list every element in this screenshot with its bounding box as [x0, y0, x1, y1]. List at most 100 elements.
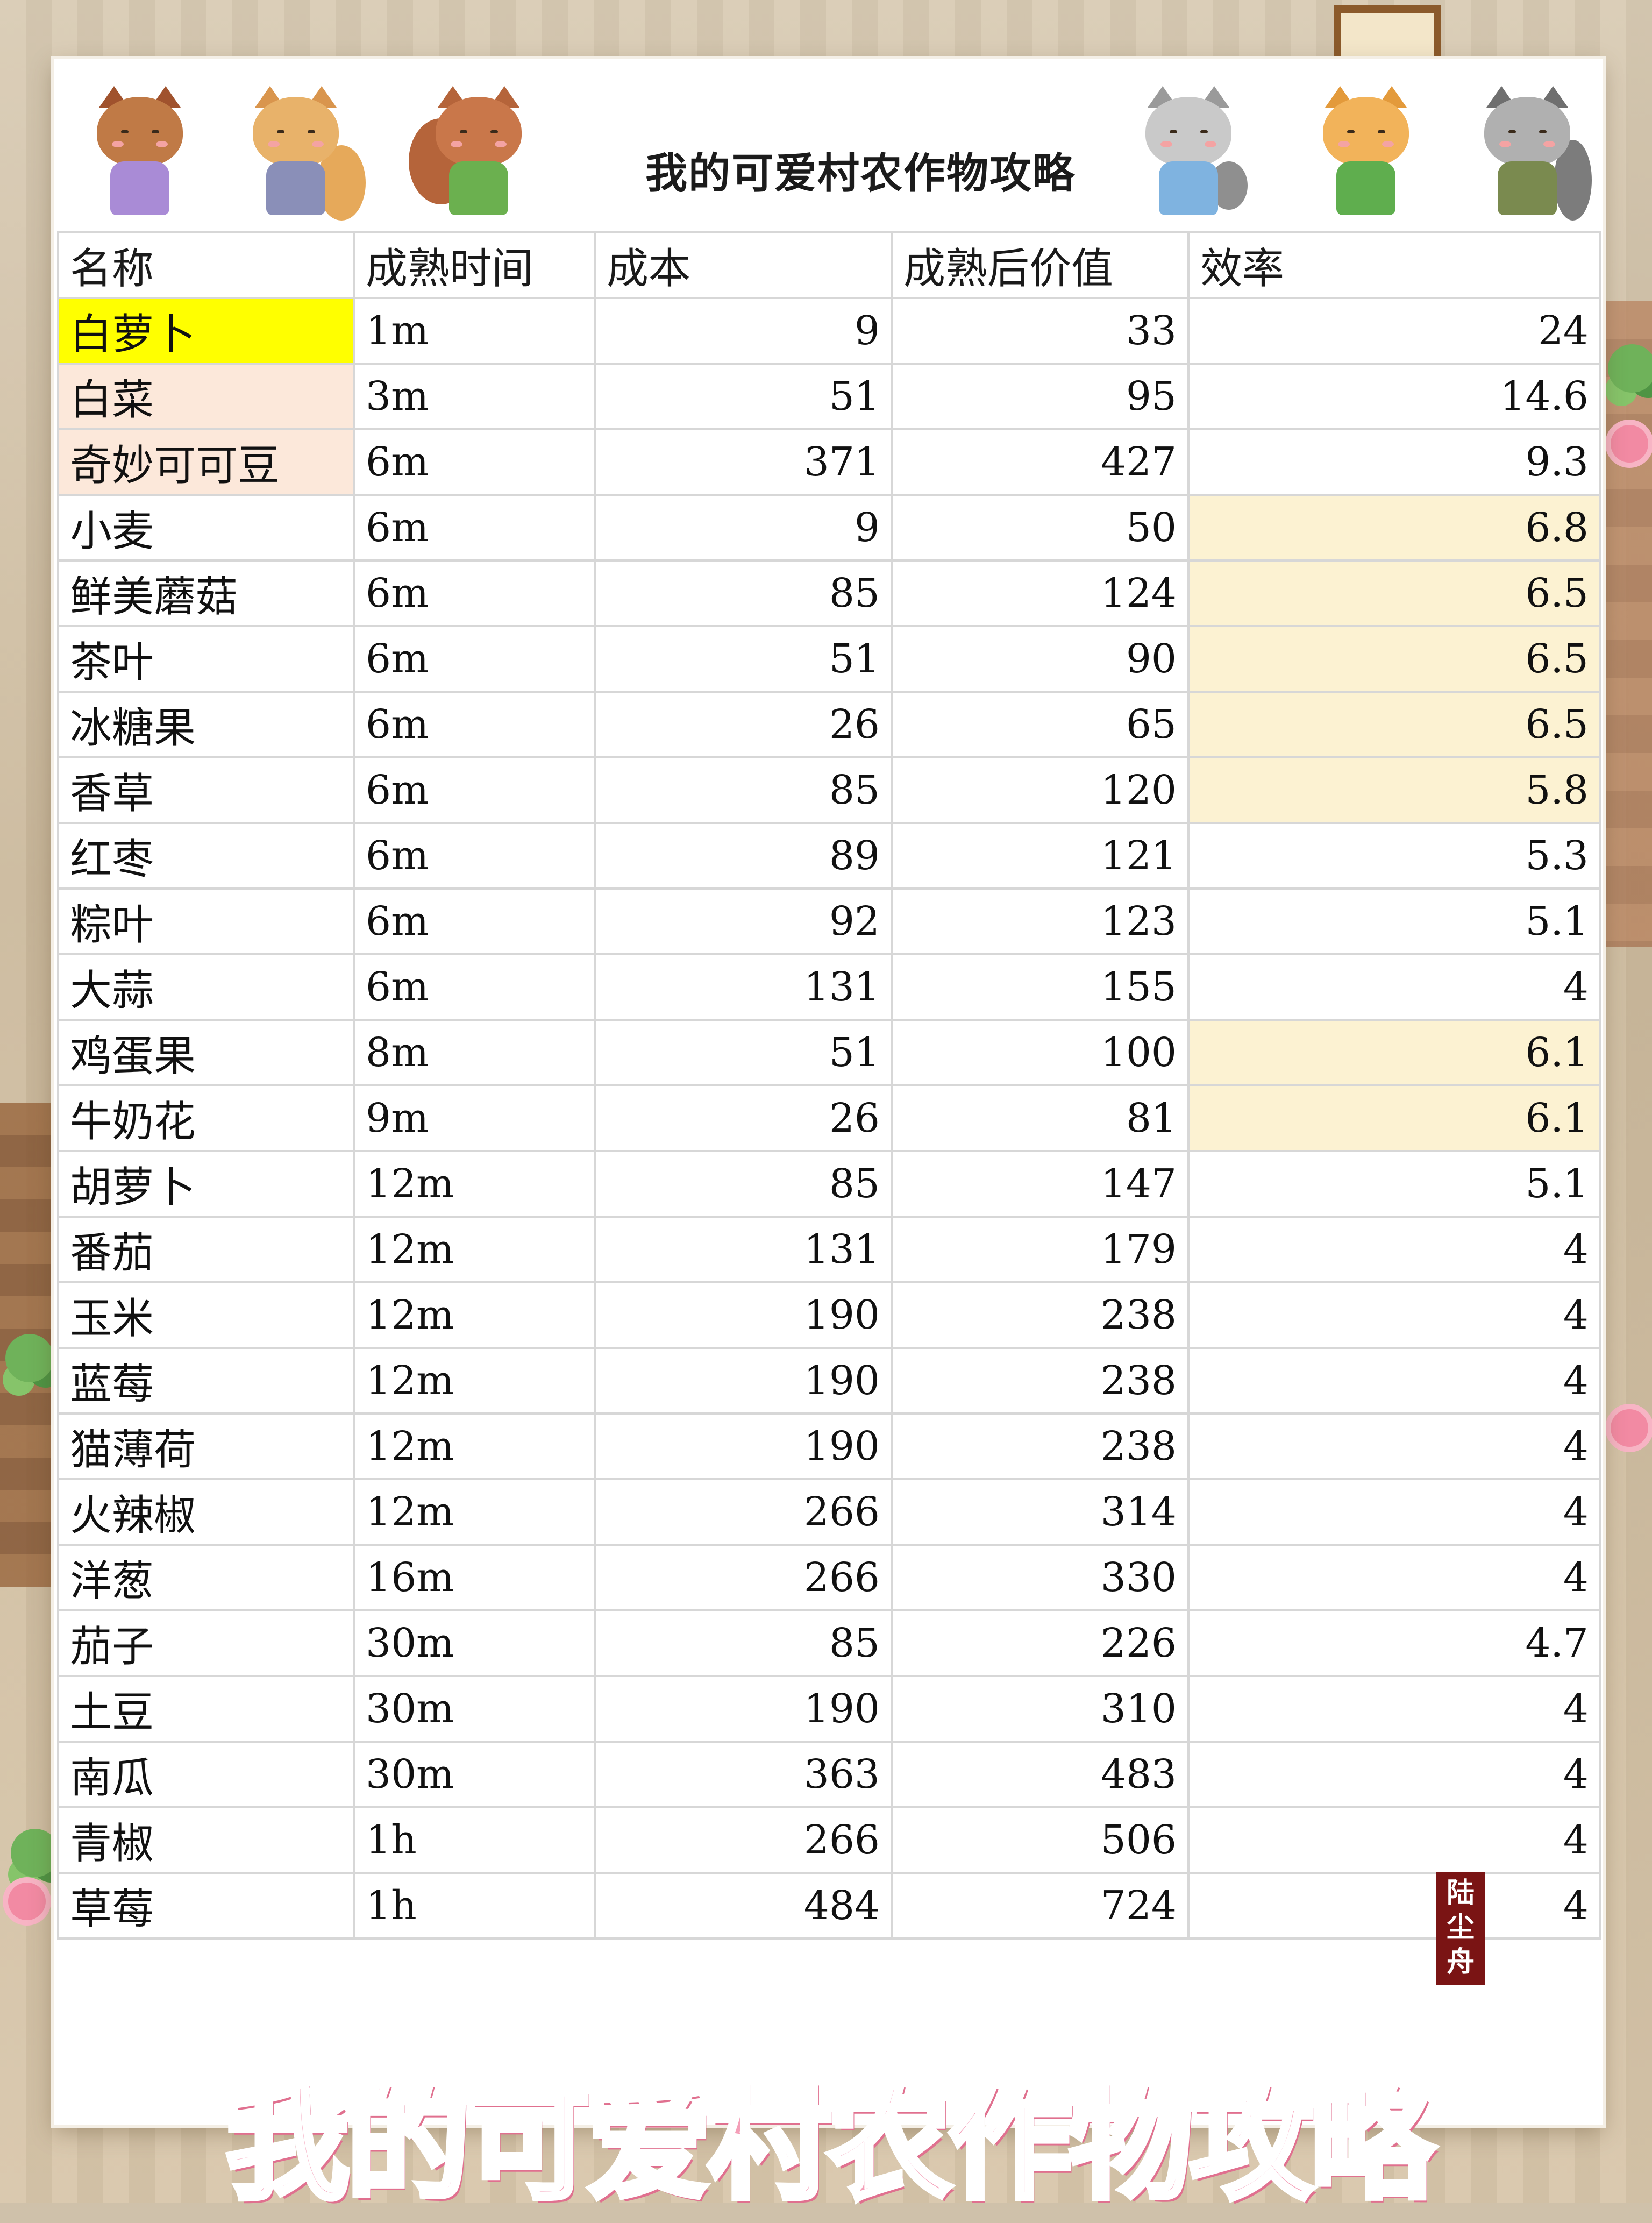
maturity-time-cell: 12m [353, 1281, 596, 1349]
maturity-time-cell: 30m [353, 1609, 596, 1677]
efficiency-cell: 6.5 [1187, 559, 1601, 627]
table-row: 青椒 1h 266 506 4 [57, 1806, 1601, 1874]
cost-cell: 85 [594, 756, 893, 824]
table-row: 猫薄荷 12m 190 238 4 [57, 1412, 1601, 1480]
table-row: 白萝卜 1m 9 33 24 [57, 297, 1601, 365]
maturity-time-cell: 12m [353, 1216, 596, 1283]
crop-name-cell: 番茄 [57, 1216, 355, 1283]
maturity-time-cell: 12m [353, 1412, 596, 1480]
cost-cell: 51 [594, 1019, 893, 1086]
table-row: 南瓜 30m 363 483 4 [57, 1741, 1601, 1808]
maturity-time-cell: 6m [353, 822, 596, 890]
table-row: 胡萝卜 12m 85 147 5.1 [57, 1150, 1601, 1218]
value-cell: 124 [891, 559, 1190, 627]
efficiency-cell: 4.7 [1187, 1609, 1601, 1677]
crop-name-cell: 牛奶花 [57, 1084, 355, 1152]
table-row: 番茄 12m 131 179 4 [57, 1216, 1601, 1283]
efficiency-cell: 9.3 [1187, 428, 1601, 496]
value-cell: 120 [891, 756, 1190, 824]
crop-name-cell: 茶叶 [57, 625, 355, 693]
crop-name-cell: 大蒜 [57, 953, 355, 1021]
seal-text: 陆尘舟 [1446, 1877, 1475, 1978]
plant-icon [1608, 344, 1652, 393]
table-row: 红枣 6m 89 121 5.3 [57, 822, 1601, 890]
flower-icon [1611, 1409, 1648, 1447]
value-cell: 310 [891, 1675, 1190, 1743]
efficiency-cell: 4 [1187, 1478, 1601, 1546]
efficiency-cell: 4 [1187, 1806, 1601, 1874]
seal-stamp: 陆尘舟 [1436, 1872, 1485, 1985]
flower-icon [1611, 425, 1648, 463]
value-cell: 238 [891, 1347, 1190, 1415]
table-row: 火辣椒 12m 266 314 4 [57, 1478, 1601, 1546]
maturity-time-cell: 6m [353, 559, 596, 627]
plant-icon [11, 1829, 59, 1877]
efficiency-cell: 4 [1187, 1216, 1601, 1283]
efficiency-cell: 4 [1187, 1872, 1601, 1940]
maturity-time-cell: 6m [353, 953, 596, 1021]
value-cell: 90 [891, 625, 1190, 693]
column-header-name: 名称 [57, 231, 355, 299]
cost-cell: 26 [594, 691, 893, 758]
maturity-time-cell: 6m [353, 428, 596, 496]
cost-cell: 51 [594, 363, 893, 430]
value-cell: 427 [891, 428, 1190, 496]
value-cell: 226 [891, 1609, 1190, 1677]
crop-name-cell: 茄子 [57, 1609, 355, 1677]
crop-table-wrapper: 名称 成熟时间 成本 成熟后价值 效率 白萝卜 1m 9 33 24 白菜 3m 51 95 14… [57, 231, 1601, 1940]
value-cell: 65 [891, 691, 1190, 758]
maturity-time-cell: 3m [353, 363, 596, 430]
crop-name-cell: 胡萝卜 [57, 1150, 355, 1218]
value-cell: 506 [891, 1806, 1190, 1874]
value-cell: 314 [891, 1478, 1190, 1546]
shiba-mascot [1307, 81, 1425, 226]
cost-cell: 92 [594, 887, 893, 955]
efficiency-cell: 5.1 [1187, 887, 1601, 955]
table-row: 小麦 6m 9 50 6.8 [57, 494, 1601, 562]
cost-cell: 363 [594, 1741, 893, 1808]
value-cell: 121 [891, 822, 1190, 890]
maturity-time-cell: 1h [353, 1806, 596, 1874]
maturity-time-cell: 8m [353, 1019, 596, 1086]
efficiency-cell: 5.1 [1187, 1150, 1601, 1218]
column-header-time: 成熟时间 [353, 231, 596, 299]
cost-cell: 131 [594, 953, 893, 1021]
crop-name-cell: 南瓜 [57, 1741, 355, 1808]
plant-icon [5, 1334, 54, 1382]
efficiency-cell: 4 [1187, 1675, 1601, 1743]
crop-name-cell: 蓝莓 [57, 1347, 355, 1415]
maturity-time-cell: 30m [353, 1675, 596, 1743]
table-row: 牛奶花 9m 26 81 6.1 [57, 1084, 1601, 1152]
crop-name-cell: 白萝卜 [57, 297, 355, 365]
efficiency-cell: 6.5 [1187, 691, 1601, 758]
crop-name-cell: 白菜 [57, 363, 355, 430]
wood-wall-right [1598, 301, 1652, 947]
value-cell: 95 [891, 363, 1190, 430]
crop-name-cell: 红枣 [57, 822, 355, 890]
maturity-time-cell: 1m [353, 297, 596, 365]
maturity-time-cell: 12m [353, 1150, 596, 1218]
column-header-value: 成熟后价值 [891, 231, 1190, 299]
efficiency-cell: 5.8 [1187, 756, 1601, 824]
efficiency-cell: 5.3 [1187, 822, 1601, 890]
cost-cell: 9 [594, 494, 893, 562]
value-cell: 330 [891, 1544, 1190, 1611]
efficiency-cell: 6.1 [1187, 1019, 1601, 1086]
cat-mascot [1129, 81, 1248, 226]
header: 我的可爱村农作物攻略 [54, 59, 1603, 231]
value-cell: 147 [891, 1150, 1190, 1218]
table-row: 土豆 30m 190 310 4 [57, 1675, 1601, 1743]
column-header-efficiency: 效率 [1187, 231, 1601, 299]
cost-cell: 266 [594, 1806, 893, 1874]
table-row: 蓝莓 12m 190 238 4 [57, 1347, 1601, 1415]
cost-cell: 266 [594, 1478, 893, 1546]
crop-name-cell: 草莓 [57, 1872, 355, 1940]
cost-cell: 9 [594, 297, 893, 365]
raccoon-mascot [1468, 81, 1592, 226]
value-cell: 238 [891, 1281, 1190, 1349]
maturity-time-cell: 6m [353, 756, 596, 824]
table-row: 大蒜 6m 131 155 4 [57, 953, 1601, 1021]
cost-cell: 190 [594, 1347, 893, 1415]
crop-name-cell: 粽叶 [57, 887, 355, 955]
cost-cell: 131 [594, 1216, 893, 1283]
